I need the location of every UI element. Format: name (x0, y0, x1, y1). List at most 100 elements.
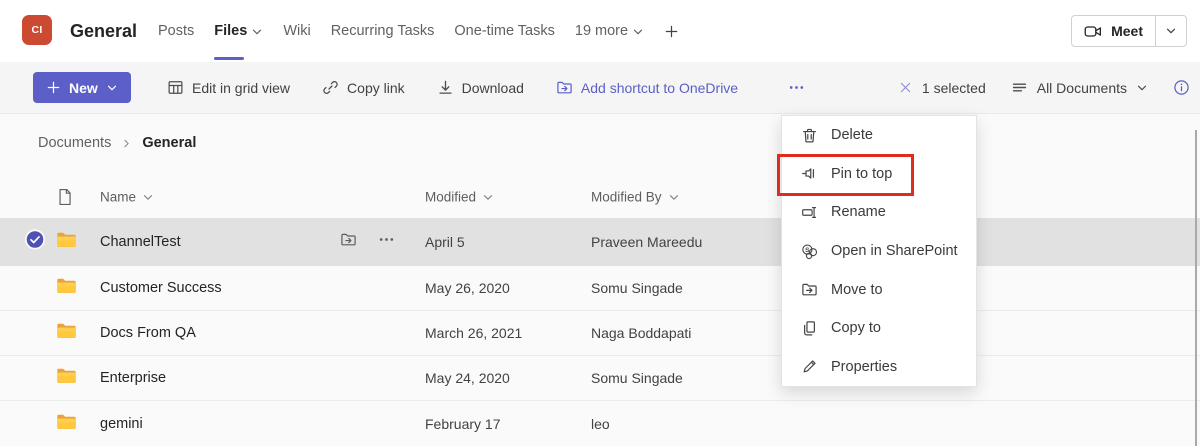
meet-options-chevron[interactable] (1155, 16, 1186, 46)
menu-item-pin-to-top[interactable]: Pin to top (782, 154, 976, 194)
chevron-down-icon (1136, 82, 1148, 94)
document-type-column-icon (57, 188, 73, 206)
menu-item-label: Properties (831, 358, 898, 375)
tab-recurring-tasks[interactable]: Recurring Tasks (331, 0, 435, 62)
menu-item-properties[interactable]: Properties (782, 347, 976, 387)
tab-posts[interactable]: Posts (158, 0, 194, 62)
modified-date: April 5 (425, 234, 465, 250)
tab-one-time-tasks[interactable]: One-time Tasks (454, 0, 554, 62)
pencil-icon (801, 358, 818, 375)
file-row-gemini[interactable]: gemini February 17 leo (0, 401, 1200, 446)
tab-label: Files (214, 23, 248, 39)
toolbar-action-download[interactable]: Download (437, 79, 524, 96)
add-shortcut-icon[interactable] (340, 231, 357, 253)
folder-shortcut-icon (556, 79, 573, 96)
tab-wiki[interactable]: Wiki (283, 0, 310, 62)
toolbar-action-label: Copy link (347, 79, 405, 96)
column-header-modified[interactable]: Modified (425, 189, 494, 204)
meet-label: Meet (1111, 23, 1143, 39)
folder-arrow-icon (801, 281, 818, 298)
modified-date: February 17 (425, 415, 501, 432)
tab-bar: Posts Files Wiki Recurring Tasks One-time Ta… (158, 0, 679, 62)
chevron-down-icon (632, 26, 644, 38)
menu-item-rename[interactable]: Rename (782, 193, 976, 232)
selection-chip: 1 selected (898, 80, 986, 96)
link-icon (322, 79, 339, 96)
menu-item-label: Copy to (831, 320, 881, 337)
toolbar-action-label: Add shortcut to OneDrive (580, 79, 739, 96)
grid-icon (167, 79, 184, 96)
filter-lines-icon (1011, 79, 1028, 96)
files-toolbar: New Edit in grid view Copy link Download Ad… (0, 62, 1200, 114)
menu-item-delete[interactable]: Delete (782, 116, 976, 155)
modified-date: March 26, 2021 (425, 325, 523, 341)
chevron-right-icon (121, 138, 132, 149)
modified-date: May 24, 2020 (425, 370, 510, 386)
teams-files-page: CI General Posts Files Wiki Recurring Tasks… (0, 0, 1200, 446)
chevron-down-icon (482, 192, 494, 204)
channel-avatar: CI (22, 15, 52, 45)
channel-header: CI General Posts Files Wiki Recurring Tasks… (0, 0, 1200, 62)
folder-icon (56, 367, 77, 389)
tab-19-more[interactable]: 19 more (575, 0, 644, 62)
copy-icon (801, 320, 818, 337)
modified-by: leo (591, 415, 610, 432)
svg-text:S: S (805, 247, 810, 254)
channel-title: General (70, 20, 138, 41)
tab-files[interactable]: Files (214, 0, 263, 62)
breadcrumb-documents[interactable]: Documents (38, 135, 111, 151)
toolbar-action-edit-in-grid-view[interactable]: Edit in grid view (167, 79, 290, 96)
modified-date: May 26, 2020 (425, 280, 510, 296)
vertical-scrollbar[interactable] (1195, 130, 1197, 446)
toolbar-action-add-shortcut-to-onedrive[interactable]: Add shortcut to OneDrive (556, 79, 738, 96)
trash-icon (801, 127, 818, 144)
column-modified-label: Modified (425, 189, 477, 204)
modified-by: Somu Singade (591, 370, 683, 386)
view-selector-label: All Documents (1036, 79, 1127, 96)
menu-item-open-in-sharepoint[interactable]: S Open in SharePoint (782, 231, 976, 271)
meet-split-button: Meet (1071, 15, 1187, 47)
file-name[interactable]: ChannelTest (100, 234, 181, 250)
file-name[interactable]: Docs From QA (100, 325, 196, 341)
menu-item-label: Move to (831, 281, 883, 298)
toolbar-action-copy-link[interactable]: Copy link (322, 79, 405, 96)
modified-by: Praveen Mareedu (591, 234, 703, 250)
tab-label: Recurring Tasks (330, 23, 435, 39)
folder-icon (56, 231, 77, 253)
row-more-button[interactable] (378, 231, 395, 253)
toolbar-action-label: Edit in grid view (192, 79, 291, 96)
rename-icon (801, 204, 818, 221)
menu-item-move-to[interactable]: Move to (782, 270, 976, 309)
meet-button[interactable]: Meet (1072, 16, 1155, 46)
info-button[interactable] (1173, 79, 1190, 96)
download-icon (437, 79, 454, 96)
toolbar-more-button[interactable] (784, 62, 809, 113)
file-row-customer-success[interactable]: Customer Success May 26, 2020 Somu Singade (0, 266, 1200, 311)
folder-icon (56, 322, 77, 344)
modified-by: Somu Singade (591, 280, 683, 296)
file-row-docs-from-qa[interactable]: Docs From QA March 26, 2021 Naga Boddapati (0, 311, 1200, 356)
file-row-enterprise[interactable]: Enterprise May 24, 2020 Somu Singade (0, 356, 1200, 401)
file-row-channeltest[interactable]: ChannelTest April 5 Praveen Mareedu (0, 218, 1200, 266)
new-button[interactable]: New (33, 72, 131, 103)
chevron-down-icon (668, 192, 680, 204)
chevron-down-icon (142, 192, 154, 204)
file-name[interactable]: Customer Success (100, 280, 222, 296)
column-name-label: Name (100, 189, 137, 204)
chevron-down-icon (1165, 25, 1177, 37)
clear-selection-button[interactable] (898, 80, 913, 95)
tab-label: Posts (158, 23, 195, 39)
chevron-down-icon (251, 26, 263, 38)
add-tab-button[interactable] (664, 0, 679, 62)
menu-item-copy-to[interactable]: Copy to (782, 308, 976, 348)
view-selector[interactable]: All Documents (1011, 79, 1148, 96)
folder-icon (56, 277, 77, 299)
selected-check-icon[interactable] (24, 229, 46, 256)
column-header-name[interactable]: Name (100, 189, 154, 204)
menu-item-label: Delete (831, 127, 873, 144)
column-modified-by-label: Modified By (591, 189, 662, 204)
file-name[interactable]: gemini (100, 416, 143, 432)
sharepoint-icon: S (801, 243, 818, 260)
column-header-modified-by[interactable]: Modified By (591, 189, 680, 204)
file-name[interactable]: Enterprise (100, 370, 166, 386)
